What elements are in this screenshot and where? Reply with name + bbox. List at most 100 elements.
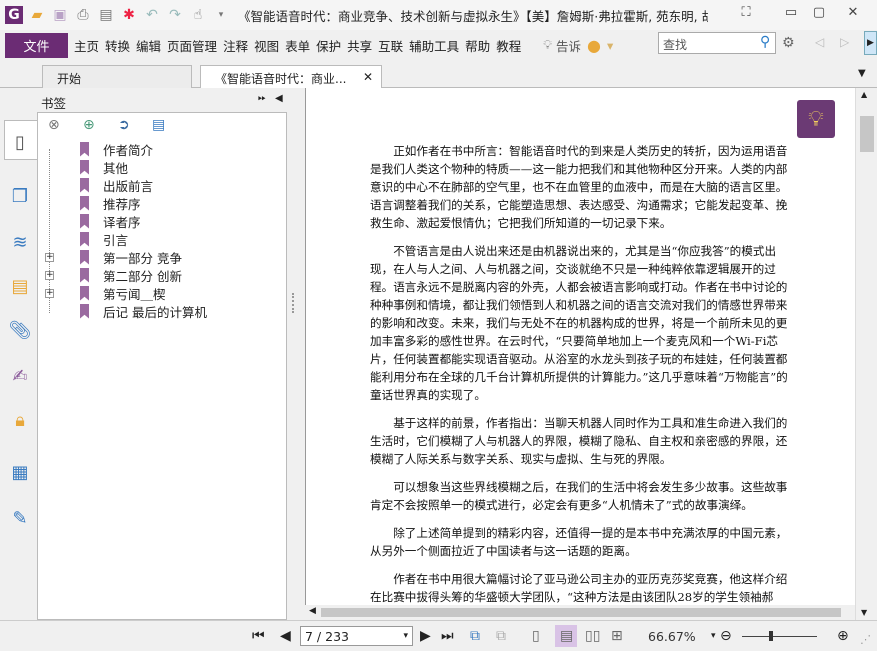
redo-icon[interactable]: ↷ bbox=[166, 6, 184, 24]
menu-comment[interactable]: 注释 bbox=[223, 36, 248, 55]
search-icon[interactable]: ⚲ bbox=[760, 34, 770, 50]
gear-icon[interactable]: ⚙ bbox=[782, 35, 795, 51]
zoom-slider-track[interactable] bbox=[742, 636, 817, 637]
save-icon[interactable]: ▣ bbox=[51, 6, 69, 24]
expand-toggle[interactable]: + bbox=[45, 253, 54, 262]
file-menu[interactable]: 文件 bbox=[5, 32, 68, 58]
next-arrow-icon[interactable]: ▷ bbox=[840, 35, 849, 49]
scroll-up-icon[interactable]: ▲ bbox=[861, 90, 867, 99]
bookmark-item[interactable]: 其他 bbox=[80, 158, 128, 176]
last-page-button[interactable]: ⏭︎ bbox=[441, 628, 454, 644]
menu-convert[interactable]: 转换 bbox=[105, 36, 130, 55]
bookmark-options-icon[interactable]: ▤ bbox=[152, 117, 165, 133]
menu-edit[interactable]: 编辑 bbox=[136, 36, 161, 55]
continuous-page-icon[interactable]: ▤ bbox=[560, 628, 573, 644]
facing-pages-icon[interactable]: ▯▯ bbox=[585, 628, 600, 644]
pages-icon[interactable]: ❐ bbox=[8, 184, 32, 208]
zoom-dropdown-icon[interactable]: ▾ bbox=[711, 631, 716, 641]
menu-help[interactable]: 帮助 bbox=[465, 36, 490, 55]
certificate-icon[interactable]: ✎ bbox=[8, 506, 32, 530]
menu-connect[interactable]: 互联 bbox=[378, 36, 403, 55]
zoom-out-icon[interactable]: ⊖ bbox=[720, 628, 732, 644]
resize-grip-icon[interactable]: ⋰ bbox=[860, 633, 871, 646]
zoom-level[interactable]: 66.67% bbox=[648, 629, 696, 644]
ribbon-scroll-button[interactable]: ▶ bbox=[864, 31, 877, 55]
comments-icon[interactable]: ▤ bbox=[8, 274, 32, 298]
bookmark-item[interactable]: 第二部分 创新 bbox=[80, 266, 182, 284]
single-page-icon[interactable]: ▯ bbox=[532, 628, 540, 644]
form-fields-icon[interactable]: ▦ bbox=[8, 460, 32, 484]
expand-panel-icon[interactable]: ⏩︎ bbox=[258, 93, 266, 104]
bookmark-icon bbox=[80, 159, 89, 175]
menu-form[interactable]: 表单 bbox=[285, 36, 310, 55]
bookmark-item[interactable]: 译者序 bbox=[80, 212, 141, 230]
bookmark-item[interactable]: 后记 最后的计算机 bbox=[80, 302, 207, 320]
close-tab-icon[interactable]: ✕ bbox=[363, 70, 373, 84]
vertical-scrollbar[interactable]: ▲ ▼ bbox=[855, 88, 877, 620]
menu-share[interactable]: 共享 bbox=[347, 36, 372, 55]
bookmark-item[interactable]: 作者简介 bbox=[80, 140, 153, 158]
undo-icon[interactable]: ↶ bbox=[143, 6, 161, 24]
zoom-slider-thumb[interactable] bbox=[769, 631, 773, 641]
bookmark-item[interactable]: 第亏闻＿楔 bbox=[80, 284, 166, 302]
paragraph: 正如作者在书中所言：智能语音时代的到来是人类历史的转折，因为运用语音是我们人类这… bbox=[370, 144, 788, 230]
tab-list-chevron-icon[interactable]: ▼ bbox=[858, 68, 866, 79]
properties-icon[interactable]: ▤ bbox=[97, 6, 115, 24]
fullscreen-icon[interactable]: ⛶ bbox=[735, 5, 757, 23]
menu-accessibility[interactable]: 辅助工具 bbox=[409, 36, 459, 55]
search-folder-icon[interactable]: ▾ bbox=[607, 38, 613, 53]
maximize-button[interactable]: ▢ bbox=[808, 5, 830, 23]
tips-lightbulb-button[interactable]: 💡︎ bbox=[797, 100, 835, 138]
menu-home[interactable]: 主页 bbox=[74, 36, 99, 55]
menu-protect[interactable]: 保护 bbox=[316, 36, 341, 55]
lock-icon[interactable]: 🔒︎ bbox=[8, 408, 32, 432]
heart-icon[interactable]: ● bbox=[587, 36, 601, 55]
signature-icon[interactable]: ✍ bbox=[8, 364, 32, 388]
panel-splitter[interactable] bbox=[288, 88, 305, 620]
prev-arrow-icon[interactable]: ◁ bbox=[815, 35, 824, 49]
goto-bookmark-icon[interactable]: ➲ bbox=[118, 117, 130, 133]
attachment-icon[interactable]: 📎︎ bbox=[8, 318, 32, 342]
hand-tool-icon[interactable]: ☝ bbox=[189, 6, 207, 24]
add-bookmark-icon[interactable]: ⊕ bbox=[83, 117, 95, 133]
horizontal-scrollbar[interactable]: ◀ bbox=[305, 605, 855, 620]
previous-view-icon[interactable]: ⧉ bbox=[470, 628, 480, 644]
prev-page-button[interactable]: ◀ bbox=[280, 628, 291, 644]
tell-me[interactable]: 告诉 bbox=[556, 36, 581, 55]
zoom-in-icon[interactable]: ⊕ bbox=[837, 628, 849, 644]
bookmark-item[interactable]: 出版前言 bbox=[80, 176, 153, 194]
bookmark-icon bbox=[80, 249, 89, 265]
menu-page-manage[interactable]: 页面管理 bbox=[167, 36, 217, 55]
tab-document[interactable]: 《智能语音时代：商业... ✕ bbox=[200, 65, 382, 88]
menu-view[interactable]: 视图 bbox=[254, 36, 279, 55]
delete-bookmark-icon[interactable]: ⊗ bbox=[48, 117, 60, 133]
expand-toggle[interactable]: + bbox=[45, 289, 54, 298]
first-page-button[interactable]: ⏮︎ bbox=[252, 628, 265, 644]
open-icon[interactable]: ▰ bbox=[28, 6, 46, 24]
bookmark-item[interactable]: 第一部分 竞争 bbox=[80, 248, 182, 266]
minimize-button[interactable]: ▭ bbox=[780, 5, 802, 23]
layers-icon[interactable]: ≋ bbox=[8, 230, 32, 254]
hscroll-thumb[interactable] bbox=[321, 608, 841, 617]
print-icon[interactable]: ⎙ bbox=[74, 6, 92, 24]
scroll-thumb[interactable] bbox=[860, 116, 874, 152]
close-button[interactable]: ✕ bbox=[842, 5, 864, 23]
customize-chevron-icon[interactable]: ▾ bbox=[212, 6, 230, 24]
continuous-facing-icon[interactable]: ⊞ bbox=[611, 628, 623, 644]
bookmark-item[interactable]: 推荐序 bbox=[80, 194, 141, 212]
scroll-down-icon[interactable]: ▼ bbox=[861, 608, 867, 617]
collapse-panel-icon[interactable]: ◀ bbox=[275, 93, 283, 104]
tab-start[interactable]: 开始 bbox=[42, 65, 192, 88]
splitter-grip[interactable] bbox=[292, 293, 296, 313]
bookmark-item[interactable]: 引言 bbox=[80, 230, 128, 248]
next-page-button[interactable]: ▶ bbox=[420, 628, 431, 644]
page-number-input[interactable]: 7 / 233 ▾ bbox=[300, 626, 413, 646]
search-input[interactable]: 查找 bbox=[658, 32, 776, 54]
expand-toggle[interactable]: + bbox=[45, 271, 54, 280]
menu-tutorial[interactable]: 教程 bbox=[496, 36, 521, 55]
page-dropdown-icon[interactable]: ▾ bbox=[403, 631, 408, 641]
scroll-left-icon[interactable]: ◀ bbox=[309, 606, 316, 616]
new-icon[interactable]: ✱ bbox=[120, 6, 138, 24]
bookmark-page-icon[interactable]: ▯ bbox=[8, 130, 32, 154]
next-view-icon[interactable]: ⧉ bbox=[496, 628, 506, 644]
